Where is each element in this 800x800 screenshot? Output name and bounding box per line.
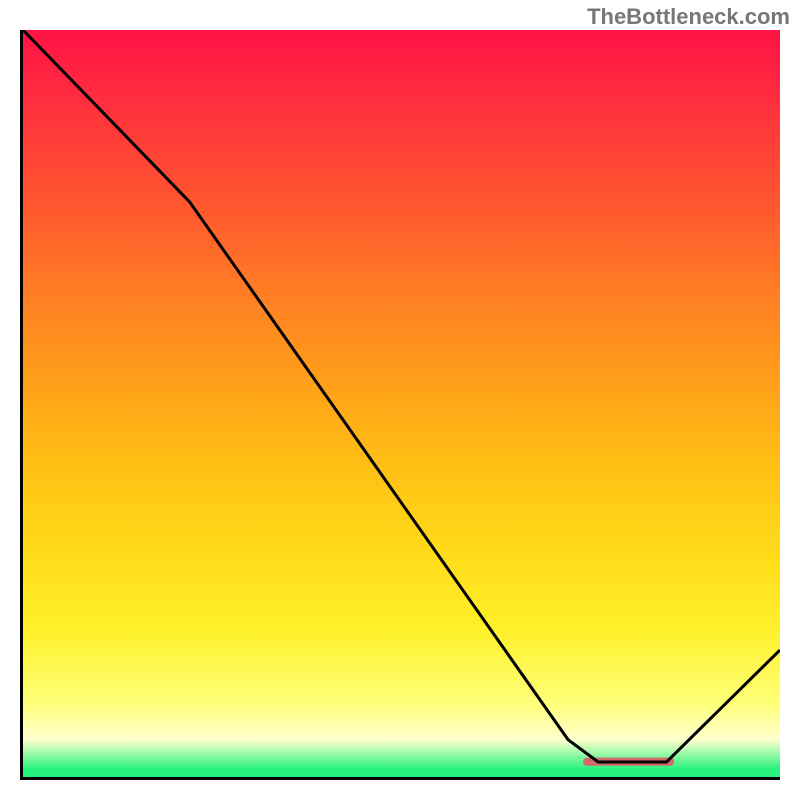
plot-area bbox=[20, 30, 780, 780]
attribution-text: TheBottleneck.com bbox=[587, 4, 790, 30]
chart-svg bbox=[23, 30, 780, 777]
bottleneck-curve bbox=[23, 30, 780, 762]
chart-container: TheBottleneck.com bbox=[0, 0, 800, 800]
